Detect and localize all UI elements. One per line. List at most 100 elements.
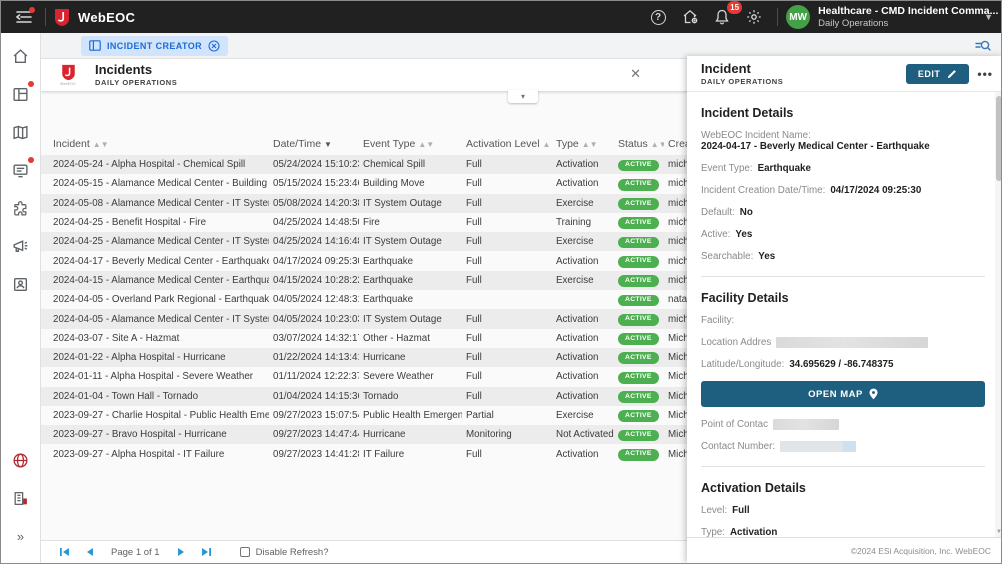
sidebar-item-org-chart[interactable] — [7, 483, 35, 513]
facility-label: Facility: — [701, 315, 734, 326]
sidebar-item-messages[interactable]: > — [7, 155, 35, 185]
sidebar-item-boards[interactable]: > — [7, 79, 35, 109]
cell-type: Activation — [552, 367, 614, 386]
next-page-button[interactable] — [170, 544, 192, 560]
table-row[interactable]: 2024-05-15 - Alamance Medical Center - B… — [41, 174, 687, 193]
table-row[interactable]: 2024-01-22 - Alpha Hospital - Hurricane0… — [41, 348, 687, 367]
disable-refresh-toggle[interactable]: Disable Refresh? — [240, 547, 329, 558]
field-row: Event Type:Earthquake — [701, 163, 985, 174]
cell-datetime: 04/25/2024 14:48:50 — [269, 213, 359, 232]
cell-datetime: 01/11/2024 12:22:37 — [269, 367, 359, 386]
cell-status: ACTIVE — [614, 387, 664, 406]
field-row: Searchable:Yes — [701, 251, 985, 262]
table-row[interactable]: 2024-04-05 - Alamance Medical Center - I… — [41, 309, 687, 328]
alert-dot — [28, 157, 34, 163]
sidebar-item-megaphone[interactable]: > — [7, 231, 35, 261]
open-map-button[interactable]: OPEN MAP — [701, 381, 985, 407]
sidebar-expand-button[interactable]: » — [7, 521, 35, 551]
column-header-event-type[interactable]: Event Type▲▼ — [359, 134, 462, 155]
cell-datetime: 01/04/2024 14:15:36 — [269, 387, 359, 406]
table-row[interactable]: 2024-04-15 - Alamance Medical Center - E… — [41, 271, 687, 290]
cell-event-type: Hurricane — [359, 425, 462, 444]
table-row[interactable]: 2024-01-04 - Town Hall - Tornado01/04/20… — [41, 387, 687, 406]
cell-event-type: Other - Hazmat — [359, 329, 462, 348]
incident-table-body: 2024-05-24 - Alpha Hospital - Chemical S… — [41, 155, 687, 464]
incident-detail-panel: Incident DAILY OPERATIONS EDIT ••• Incid… — [687, 56, 1002, 563]
megaphone-icon: > — [12, 238, 29, 255]
panel-scrollbar[interactable]: ▼ — [995, 92, 1002, 537]
column-header-activation-level[interactable]: Activation Level▲▼ — [462, 134, 552, 155]
contacts-icon: > — [12, 276, 29, 293]
cell-type: Exercise — [552, 406, 614, 425]
last-page-button[interactable] — [196, 544, 218, 560]
table-row[interactable]: 2023-09-27 - Alpha Hospital - IT Failure… — [41, 444, 687, 463]
cell-event-type: Hurricane — [359, 348, 462, 367]
field-value: Yes — [735, 229, 752, 240]
sidebar-item-globe-red[interactable]: > — [7, 445, 35, 475]
status-badge: ACTIVE — [618, 179, 659, 191]
column-header-incident[interactable]: Incident▲▼ — [41, 134, 269, 155]
first-page-button[interactable] — [53, 544, 75, 560]
incident-details-fields: WebEOC Incident Name:2024-04-17 - Beverl… — [701, 130, 985, 262]
help-button[interactable]: ? — [643, 2, 673, 32]
table-row[interactable]: 2024-04-17 - Beverly Medical Center - Ea… — [41, 251, 687, 270]
board-titles: Incidents DAILY OPERATIONS — [95, 62, 177, 88]
cell-type: Activation — [552, 309, 614, 328]
notifications-button[interactable]: 15 — [707, 2, 737, 32]
cell-created-by: micha — [664, 213, 687, 232]
cell-type: Activation — [552, 348, 614, 367]
menu-toggle-button[interactable] — [9, 2, 39, 32]
cell-name: 2024-04-15 - Alamance Medical Center - E… — [41, 271, 269, 290]
tab-incident-creator[interactable]: INCIDENT CREATOR — [81, 36, 228, 56]
alert-dot — [28, 81, 34, 87]
previous-page-button[interactable] — [79, 544, 101, 560]
table-row[interactable]: 2024-03-07 - Site A - Hazmat03/07/2024 1… — [41, 329, 687, 348]
cell-status: ACTIVE — [614, 213, 664, 232]
cell-datetime: 03/07/2024 14:32:17 — [269, 329, 359, 348]
sidebar-item-map[interactable]: > — [7, 117, 35, 147]
table-row[interactable]: 2024-01-11 - Alpha Hospital - Severe Wea… — [41, 367, 687, 386]
table-row[interactable]: 2023-09-27 - Charlie Hospital - Public H… — [41, 406, 687, 425]
board-close-icon[interactable]: ✕ — [630, 67, 641, 80]
home-settings-button[interactable] — [675, 2, 705, 32]
cell-datetime: 05/15/2024 15:23:46 — [269, 174, 359, 193]
table-row[interactable]: 2023-09-27 - Bravo Hospital - Hurricane0… — [41, 425, 687, 444]
more-options-button[interactable]: ••• — [977, 67, 993, 81]
close-circle-icon[interactable] — [208, 40, 220, 52]
sort-icon: ▲▼ — [651, 140, 664, 149]
account-menu[interactable]: MW Healthcare - CMD Incident Comma... Da… — [786, 5, 993, 29]
avatar: MW — [786, 5, 810, 29]
scroll-down-icon[interactable]: ▼ — [995, 529, 1002, 535]
field-value: 04/17/2024 09:25:30 — [830, 185, 921, 196]
column-header-status[interactable]: Status▲▼ — [614, 134, 664, 155]
column-header-type[interactable]: Type▲▼ — [552, 134, 614, 155]
edit-button[interactable]: EDIT — [906, 64, 970, 84]
cell-type: Training — [552, 213, 614, 232]
sidebar-item-contacts[interactable]: > — [7, 269, 35, 299]
sidebar-item-home[interactable]: > — [7, 41, 35, 71]
table-row[interactable]: 2024-04-25 - Benefit Hospital - Fire04/2… — [41, 213, 687, 232]
sidebar-item-plugins[interactable] — [7, 193, 35, 223]
panel-scrollbar-thumb[interactable] — [996, 96, 1002, 181]
cell-created-by: micha — [664, 271, 687, 290]
cell-datetime: 01/22/2024 14:13:41 — [269, 348, 359, 367]
table-row[interactable]: 2024-04-25 - Alamance Medical Center - I… — [41, 232, 687, 251]
cell-event-type: Public Health Emergency — [359, 406, 462, 425]
collapse-filters-button[interactable]: ▾ — [508, 90, 538, 103]
column-label: Crea — [668, 138, 687, 150]
field-row: Default:No — [701, 207, 985, 218]
settings-button[interactable] — [739, 2, 769, 32]
brand[interactable]: WebEOC — [54, 8, 135, 27]
panel-body: Incident Details WebEOC Incident Name:20… — [687, 92, 1002, 537]
table-row[interactable]: 2024-05-24 - Alpha Hospital - Chemical S… — [41, 155, 687, 174]
table-row[interactable]: 2024-05-08 - Alamance Medical Center - I… — [41, 194, 687, 213]
disable-refresh-checkbox[interactable] — [240, 547, 250, 557]
table-row[interactable]: 2024-04-05 - Overland Park Regional - Ea… — [41, 290, 687, 309]
column-header-date-time[interactable]: Date/Time▼ — [269, 134, 359, 155]
column-label: Type — [556, 138, 579, 150]
status-badge: ACTIVE — [618, 449, 659, 461]
cell-datetime: 04/05/2024 12:48:31 — [269, 290, 359, 309]
board-search-button[interactable] — [975, 39, 991, 53]
map-pin-icon — [869, 388, 878, 400]
cell-type: Exercise — [552, 271, 614, 290]
